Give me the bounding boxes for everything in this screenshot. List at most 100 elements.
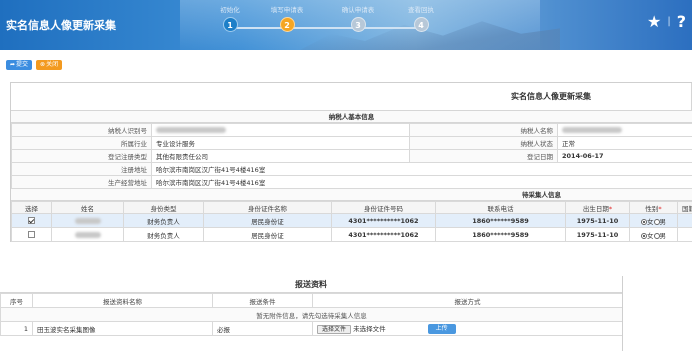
- row-name: [51, 227, 124, 242]
- basic-info-table: 纳税人识别号 纳税人名称 所属行业 专业设计服务 纳税人状态 正常 登记注册类型…: [11, 123, 692, 189]
- col-name: 姓名: [51, 201, 124, 214]
- col-gender: 性别*: [629, 201, 678, 214]
- reg-type-label: 登记注册类型: [11, 149, 152, 163]
- report-section: 报送资料 序号 报送资料名称 报送条件 报送方式 暂无附件信息，请先勾选待采集人…: [0, 276, 623, 336]
- step-1: 初始化 1: [200, 5, 260, 32]
- row-role: 财务负责人: [123, 227, 204, 242]
- row-gender[interactable]: 女男: [629, 227, 678, 242]
- radio-female[interactable]: [641, 218, 647, 225]
- col-role: 身份类型: [123, 201, 204, 214]
- taxpayer-name-value: [557, 123, 692, 137]
- report-title: 报送资料: [0, 276, 622, 293]
- close-label: 关闭: [46, 61, 59, 68]
- toolbar: ➦ 提交 ⊗ 关闭: [6, 60, 63, 70]
- collection-form: 实名信息人像更新采集 纳税人基本信息 纳税人识别号 纳税人名称 所属行业 专业设…: [10, 82, 692, 242]
- row-id-name: 居民身份证: [203, 227, 332, 242]
- choose-file-button[interactable]: 选择文件: [317, 324, 352, 334]
- reg-address-label: 注册地址: [11, 162, 152, 176]
- report-notice-row: 暂无附件信息，请先勾选待采集人信息: [0, 307, 623, 322]
- col-method: 报送方式: [312, 293, 623, 308]
- col-birth: 出生日期*: [565, 201, 630, 214]
- row-phone: 1860******9589: [435, 227, 566, 242]
- col-select: 选择: [11, 201, 52, 214]
- step-label: 初始化: [220, 6, 240, 14]
- submit-button[interactable]: ➦ 提交: [6, 60, 33, 70]
- col-condition: 报送条件: [212, 293, 313, 308]
- industry-label: 所属行业: [11, 136, 152, 150]
- app-header: 实名信息人像更新采集 初始化 1 填写申请表 2 确认申请表 3 查看回执 4 …: [0, 0, 692, 50]
- row-nationality: [677, 227, 692, 242]
- radio-male[interactable]: [653, 232, 660, 239]
- taxpayer-id-label: 纳税人识别号: [11, 123, 152, 137]
- col-nationality: 国籍: [677, 201, 692, 214]
- close-icon: ⊗: [40, 61, 46, 68]
- report-row-no: 1: [0, 321, 33, 336]
- row-id-no: 4301**********1062: [331, 213, 436, 228]
- upload-button[interactable]: 上传: [427, 324, 456, 334]
- report-row-method: 选择文件 未选择文件 上传: [312, 321, 623, 336]
- progress-steps: 初始化 1 填写申请表 2 确认申请表 3 查看回执 4: [200, 5, 450, 45]
- taxpayer-name-label: 纳税人名称: [409, 123, 558, 137]
- col-material: 报送资料名称: [32, 293, 213, 308]
- header-separator: |: [667, 16, 671, 27]
- basic-info-section-title: 纳税人基本信息: [11, 111, 692, 123]
- submit-label: 提交: [16, 61, 29, 68]
- gather-header-row: 选择 姓名 身份类型 身份证件名称 身份证件号码 联系电话 出生日期* 性别* …: [11, 201, 692, 214]
- row-phone: 1860******9589: [435, 213, 566, 228]
- status-label: 纳税人状态: [409, 136, 558, 150]
- row-birth: 1975-11-10: [565, 213, 630, 228]
- reg-date-value: 2014-06-17: [557, 149, 692, 163]
- checkbox-unchecked-icon[interactable]: [28, 231, 35, 238]
- reg-address-value: 哈尔滨市南岗区汉广街41号4楼416室: [151, 162, 692, 176]
- col-id-name: 身份证件名称: [203, 201, 332, 214]
- row-id-name: 居民身份证: [203, 213, 332, 228]
- step-number: 2: [279, 17, 295, 32]
- header-icons: ★ | ?: [647, 12, 686, 31]
- report-notice: 暂无附件信息，请先勾选待采集人信息: [0, 307, 623, 322]
- report-table: 序号 报送资料名称 报送条件 报送方式 暂无附件信息，请先勾选待采集人信息 1 …: [0, 293, 623, 336]
- reg-type-value: 其他有限责任公司: [151, 149, 410, 163]
- step-label: 查看回执: [408, 6, 434, 14]
- reg-date-label: 登记日期: [409, 149, 558, 163]
- table-row[interactable]: 财务负责人 居民身份证 4301**********1062 1860*****…: [11, 213, 692, 228]
- report-row-cond: 必报: [212, 321, 313, 336]
- row-checkbox[interactable]: [11, 227, 52, 242]
- step-number: 4: [413, 17, 429, 32]
- gather-section-title: 待采集人信息: [11, 189, 692, 201]
- col-no: 序号: [0, 293, 33, 308]
- row-name: [51, 213, 124, 228]
- close-button[interactable]: ⊗ 关闭: [36, 60, 63, 70]
- step-2: 填写申请表 2: [257, 5, 317, 32]
- radio-female[interactable]: [641, 232, 647, 239]
- taxpayer-id-value: [151, 123, 410, 137]
- biz-address-label: 生产经营地址: [11, 175, 152, 189]
- table-row[interactable]: 财务负责人 居民身份证 4301**********1062 1860*****…: [11, 227, 692, 242]
- report-header-row: 序号 报送资料名称 报送条件 报送方式: [0, 293, 623, 308]
- checkbox-checked-icon[interactable]: [28, 217, 35, 224]
- row-id-no: 4301**********1062: [331, 227, 436, 242]
- app-title: 实名信息人像更新采集: [6, 19, 116, 32]
- step-number: 1: [222, 17, 238, 32]
- radio-male[interactable]: [653, 218, 660, 225]
- gather-table: 选择 姓名 身份类型 身份证件名称 身份证件号码 联系电话 出生日期* 性别* …: [11, 201, 692, 242]
- biz-address-value: 哈尔滨市南岗区汉广街41号4楼416室: [151, 175, 692, 189]
- row-birth: 1975-11-10: [565, 227, 630, 242]
- row-gender[interactable]: 女男: [629, 213, 678, 228]
- row-checkbox[interactable]: [11, 213, 52, 228]
- form-title: 实名信息人像更新采集: [11, 83, 692, 111]
- report-right-border: [622, 276, 623, 351]
- report-row-name: 田玉波实名采集图像: [32, 321, 213, 336]
- step-3: 确认申请表 3: [328, 5, 388, 32]
- no-file-text: 未选择文件: [353, 325, 386, 333]
- row-role: 财务负责人: [123, 213, 204, 228]
- help-icon[interactable]: ?: [677, 12, 686, 31]
- step-label: 填写申请表: [270, 6, 304, 14]
- industry-value: 专业设计服务: [151, 136, 410, 150]
- star-icon[interactable]: ★: [647, 12, 661, 31]
- status-value: 正常: [557, 136, 692, 150]
- submit-icon: ➦: [10, 61, 16, 68]
- col-id-no: 身份证件号码: [331, 201, 436, 214]
- row-nationality: [677, 213, 692, 228]
- step-4: 查看回执 4: [391, 5, 451, 32]
- col-phone: 联系电话: [435, 201, 566, 214]
